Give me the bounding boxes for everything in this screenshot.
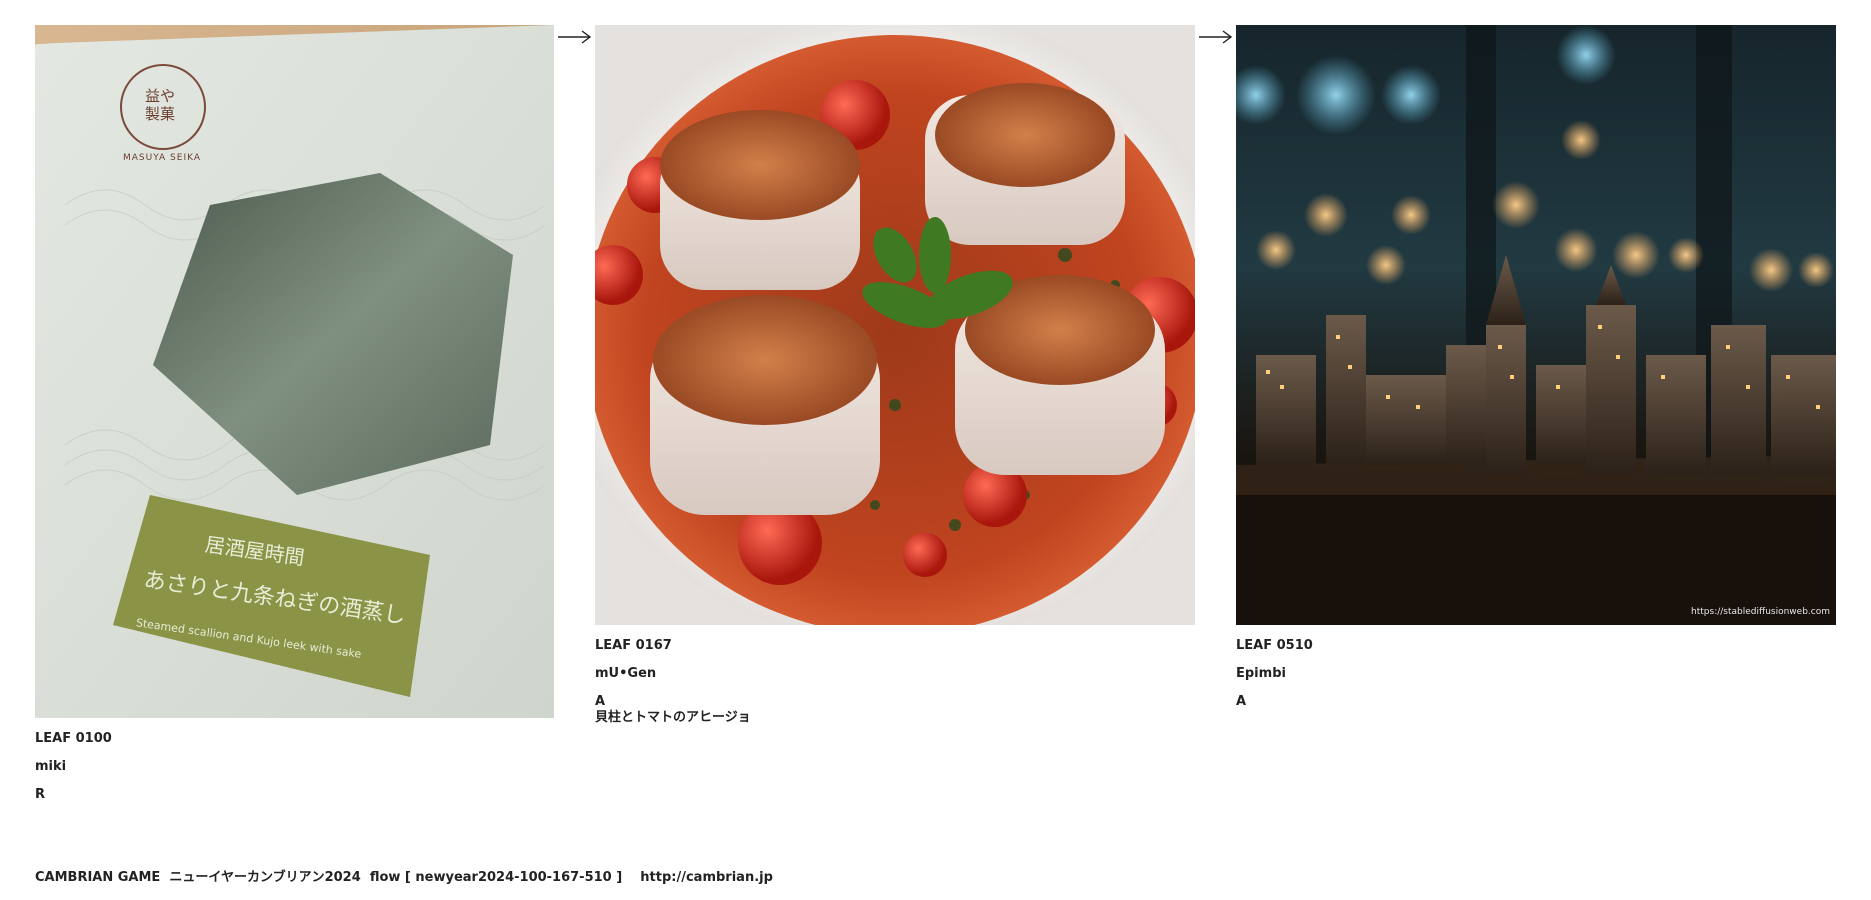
card-meta: LEAF 0167 mU•Gen A 貝柱とトマトのアヒージョ xyxy=(595,638,1195,726)
author-name: miki xyxy=(35,759,67,774)
author-name: mU•Gen xyxy=(595,666,657,681)
grade: R xyxy=(35,787,46,802)
author-name: Epimbi xyxy=(1236,666,1286,681)
brand-jp: 益や製菓 xyxy=(145,87,176,123)
card-leaf-0510: https://stablediffusionweb.com LEAF 0510… xyxy=(1236,25,1836,710)
card-meta: LEAF 0100 miki R xyxy=(35,731,554,803)
night-city-illustration xyxy=(1236,25,1836,625)
watermark-url: https://stablediffusionweb.com xyxy=(1691,607,1830,617)
footer-credits: CAMBRIAN GAME ニューイヤーカンブリアン2024 flow [ ne… xyxy=(35,870,773,885)
brand-en: MASUYA SEIKA xyxy=(123,153,201,163)
card-meta: LEAF 0510 Epimbi A xyxy=(1236,638,1836,710)
scallop-dish-illustration xyxy=(595,25,1195,625)
leaf-id: LEAF 0100 xyxy=(35,731,112,746)
photo-miniature-city[interactable]: https://stablediffusionweb.com xyxy=(1236,25,1836,625)
dish-name: 貝柱とトマトのアヒージョ xyxy=(595,710,751,725)
photo-scallops[interactable] xyxy=(595,25,1195,625)
card-leaf-0100: 益や製菓 MASUYA SEIKA 居酒屋時間 あさりと九条ねぎの酒蒸し Ste… xyxy=(35,25,554,803)
grade: A xyxy=(1236,694,1247,709)
card-leaf-0167: LEAF 0167 mU•Gen A 貝柱とトマトのアヒージョ xyxy=(595,25,1195,726)
photo-package[interactable]: 益や製菓 MASUYA SEIKA 居酒屋時間 あさりと九条ねぎの酒蒸し Ste… xyxy=(35,25,554,718)
right-arrow-icon xyxy=(558,30,592,44)
leaf-id: LEAF 0510 xyxy=(1236,638,1313,653)
leaf-id: LEAF 0167 xyxy=(595,638,672,653)
right-arrow-icon xyxy=(1199,30,1233,44)
grade: A xyxy=(595,694,606,709)
